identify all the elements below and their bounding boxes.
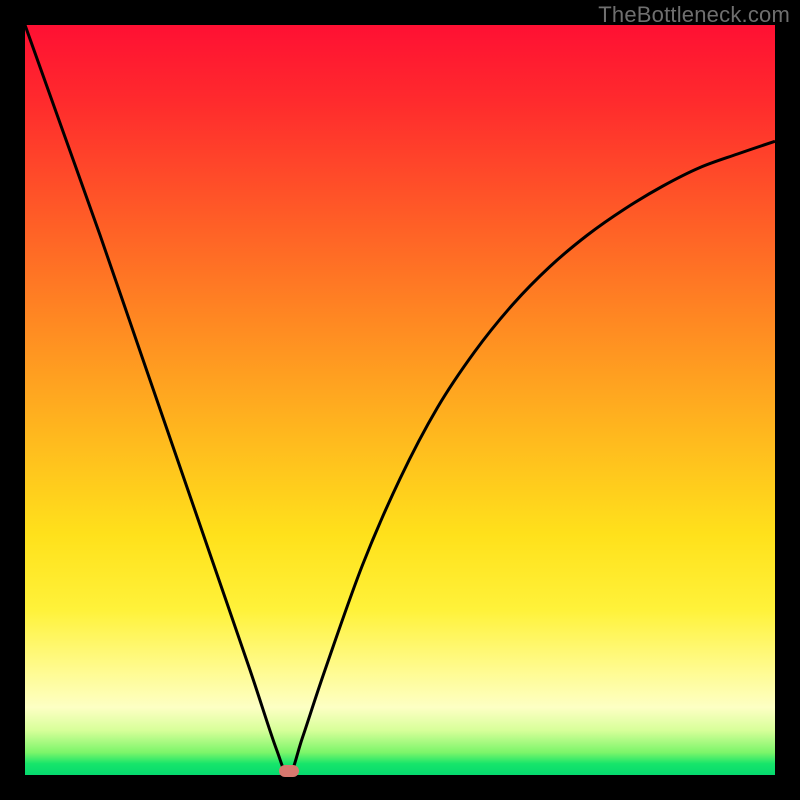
chart-frame: TheBottleneck.com: [0, 0, 800, 800]
optimum-marker: [279, 765, 299, 777]
bottleneck-curve: [25, 25, 775, 775]
watermark-text: TheBottleneck.com: [598, 2, 790, 28]
plot-area: [25, 25, 775, 775]
curve-svg: [25, 25, 775, 775]
